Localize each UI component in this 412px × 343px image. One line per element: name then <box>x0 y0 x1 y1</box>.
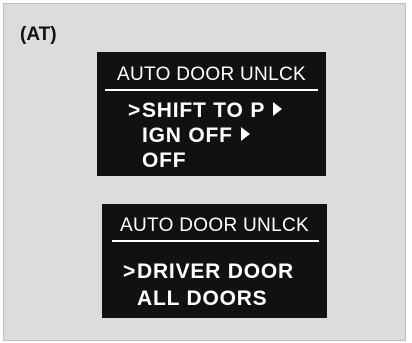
menu-item-ign-off[interactable]: IGN OFF <box>128 125 250 146</box>
menu-item-driver-door[interactable]: >DRIVER DOOR <box>123 261 294 282</box>
menu-item-label: DRIVER DOOR <box>137 260 294 283</box>
menu-item-label: OFF <box>142 149 187 172</box>
menu-item-all-doors[interactable]: ALL DOORS <box>123 288 267 309</box>
menu-item-label: IGN OFF <box>142 124 233 147</box>
variant-label: (AT) <box>20 24 57 45</box>
figure-panel: (AT) AUTO DOOR UNLCK >SHIFT TO P IGN OFF… <box>3 3 406 341</box>
display-screen-door-menu: AUTO DOOR UNLCK >DRIVER DOOR ALL DOORS <box>102 204 327 318</box>
screen-title: AUTO DOOR UNLCK <box>120 215 309 236</box>
menu-item-off[interactable]: OFF <box>128 150 186 171</box>
title-underline <box>112 240 319 242</box>
figure-frame: (AT) AUTO DOOR UNLCK >SHIFT TO P IGN OFF… <box>0 0 412 343</box>
display-screen-shift-menu: AUTO DOOR UNLCK >SHIFT TO P IGN OFF OFF <box>97 52 326 176</box>
menu-item-label: ALL DOORS <box>137 287 268 310</box>
title-underline <box>105 89 318 91</box>
selection-cursor: > <box>123 260 137 283</box>
selection-cursor: > <box>128 99 142 122</box>
triangle-right-icon <box>240 127 250 141</box>
menu-item-label: SHIFT TO P <box>142 99 266 122</box>
menu-item-shift-to-p[interactable]: >SHIFT TO P <box>128 99 283 122</box>
triangle-right-icon <box>273 102 283 116</box>
screen-title: AUTO DOOR UNLCK <box>117 64 306 85</box>
